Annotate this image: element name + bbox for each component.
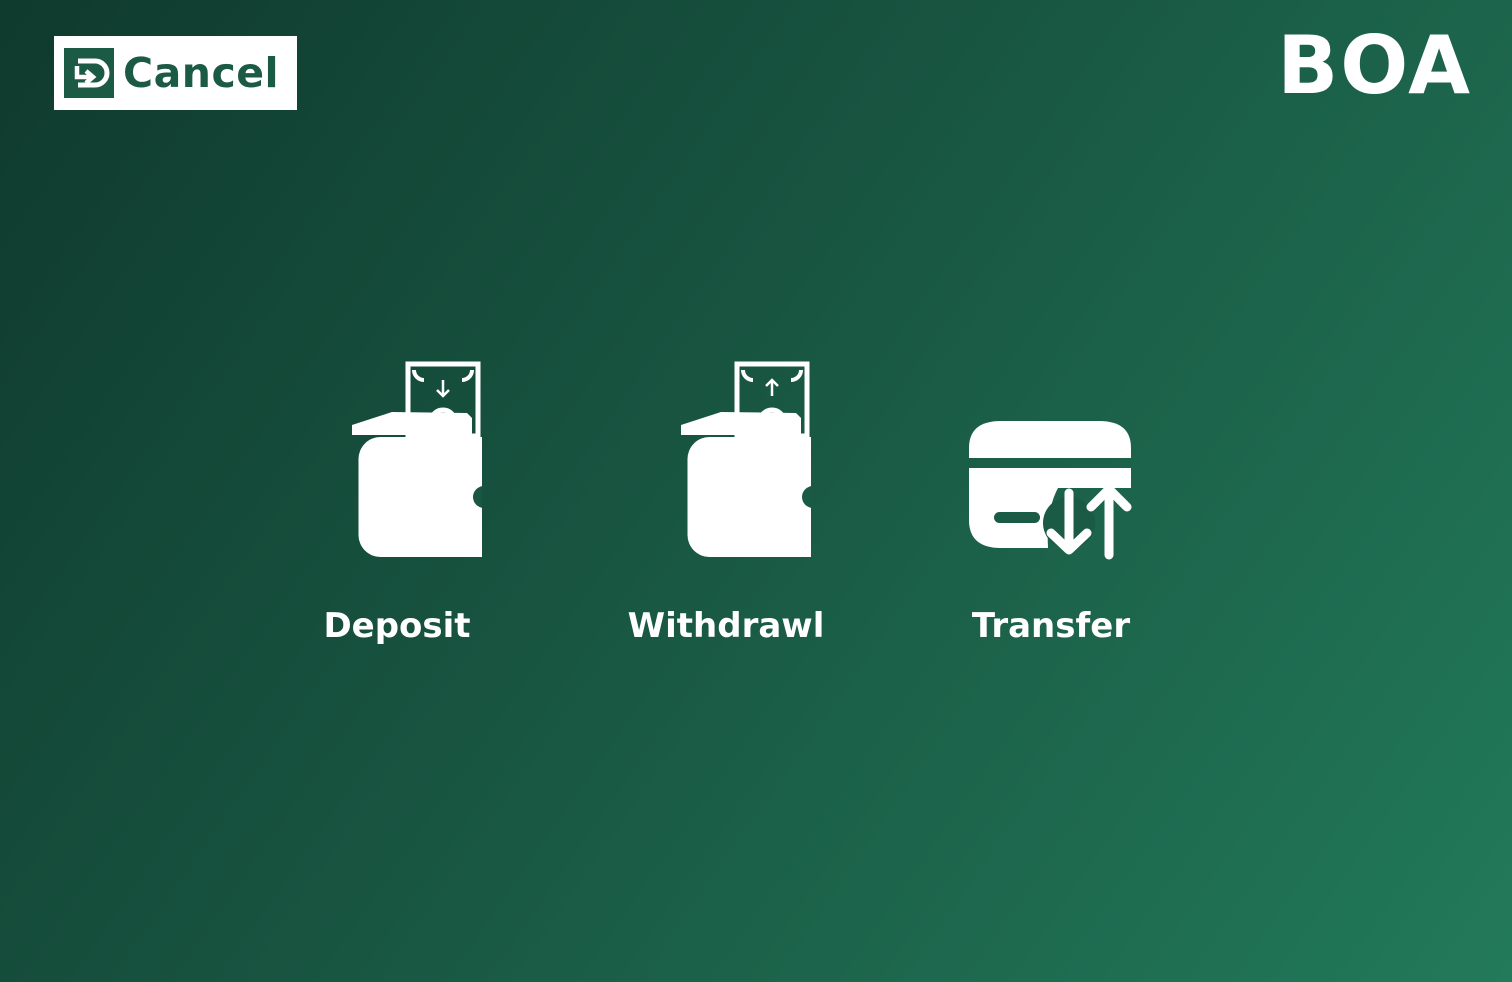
deposit-option[interactable]: Deposit	[267, 360, 527, 660]
exit-icon	[64, 48, 114, 98]
card-transfer-icon	[969, 421, 1132, 560]
transfer-option[interactable]: Transfer	[921, 360, 1181, 660]
transfer-label: Transfer	[971, 606, 1131, 646]
withdraw-label: Withdrawl	[627, 606, 825, 646]
wallet-deposit-icon	[352, 361, 482, 557]
deposit-label: Deposit	[323, 606, 471, 646]
cancel-button[interactable]: Cancel	[54, 36, 297, 110]
wallet-withdraw-icon	[681, 361, 811, 557]
withdraw-option[interactable]: Withdrawl	[596, 360, 856, 660]
cancel-label: Cancel	[123, 48, 280, 97]
brand-logo: BOA	[1277, 19, 1472, 112]
